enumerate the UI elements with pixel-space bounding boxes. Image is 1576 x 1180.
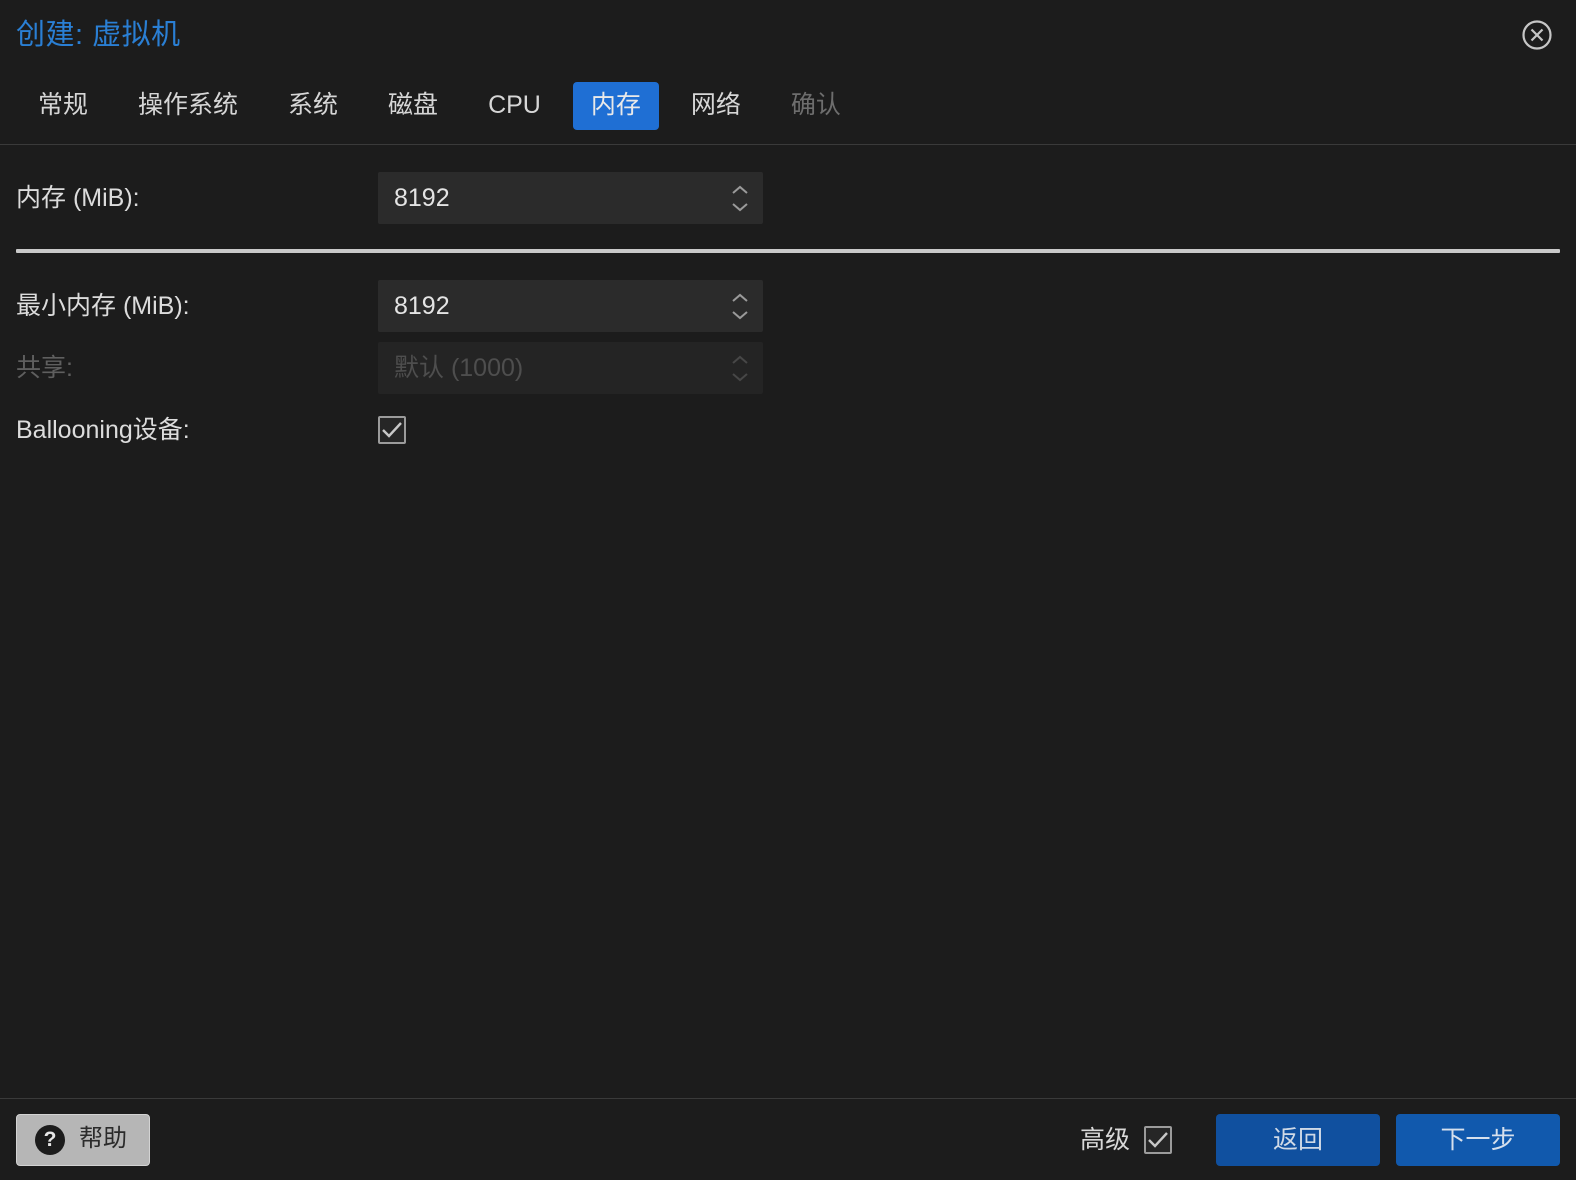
help-button-label: 帮助: [79, 1125, 127, 1153]
tab-os[interactable]: 操作系统: [120, 82, 256, 129]
ballooning-row: Ballooning设备:: [0, 399, 1576, 461]
create-vm-dialog: 创建: 虚拟机 常规 操作系统 系统 磁盘 CPU 内存 网络 确认 内存 (M…: [0, 0, 1576, 1180]
min-memory-row: 最小内存 (MiB): 8192: [0, 275, 1576, 337]
shares-row: 共享: 默认 (1000): [0, 337, 1576, 399]
spinner-up-down-icon[interactable]: [717, 185, 763, 212]
section-divider: [16, 249, 1560, 253]
min-memory-input[interactable]: 8192: [378, 293, 717, 319]
memory-row: 内存 (MiB): 8192: [0, 167, 1576, 229]
checkmark-icon: [382, 422, 402, 438]
memory-settings-panel: 内存 (MiB): 8192 最小内存 (MiB): 8192 共享: 默认 (…: [0, 145, 1576, 1098]
page-title: 创建: 虚拟机: [16, 18, 181, 51]
tab-memory[interactable]: 内存: [572, 82, 659, 130]
tab-cpu[interactable]: CPU: [470, 82, 559, 129]
spinner-up-down-icon[interactable]: [717, 293, 763, 320]
close-icon[interactable]: [1520, 18, 1554, 52]
back-button[interactable]: 返回: [1216, 1113, 1380, 1166]
advanced-toggle-group: 高级: [1080, 1125, 1172, 1155]
memory-input[interactable]: 8192: [378, 185, 717, 211]
shares-input: 默认 (1000): [394, 353, 524, 382]
dialog-titlebar: 创建: 虚拟机: [0, 0, 1576, 68]
shares-label: 共享:: [16, 354, 73, 382]
spinner-up-down-icon: [717, 355, 763, 382]
tab-system[interactable]: 系统: [270, 82, 356, 129]
tab-general[interactable]: 常规: [20, 82, 106, 129]
ballooning-label: Ballooning设备:: [16, 416, 190, 444]
advanced-label: 高级: [1079, 1125, 1130, 1154]
shares-stepper: 默认 (1000): [378, 342, 763, 394]
wizard-tabbar: 常规 操作系统 系统 磁盘 CPU 内存 网络 确认: [0, 68, 1576, 145]
min-memory-stepper[interactable]: 8192: [378, 280, 763, 332]
help-button[interactable]: ? 帮助: [16, 1113, 150, 1166]
checkmark-icon: [1148, 1131, 1168, 1148]
tab-network[interactable]: 网络: [673, 82, 759, 129]
memory-label: 内存 (MiB):: [16, 184, 140, 212]
tab-confirm: 确认: [790, 91, 841, 120]
dialog-footer: ? 帮助 高级 返回 下一步: [0, 1098, 1576, 1180]
question-mark-icon: ?: [35, 1124, 65, 1155]
min-memory-label: 最小内存 (MiB):: [16, 292, 190, 320]
next-button[interactable]: 下一步: [1396, 1113, 1560, 1166]
advanced-checkbox[interactable]: [1144, 1125, 1172, 1154]
tab-disks[interactable]: 磁盘: [370, 82, 456, 129]
memory-stepper[interactable]: 8192: [378, 172, 763, 224]
ballooning-checkbox[interactable]: [378, 416, 406, 444]
